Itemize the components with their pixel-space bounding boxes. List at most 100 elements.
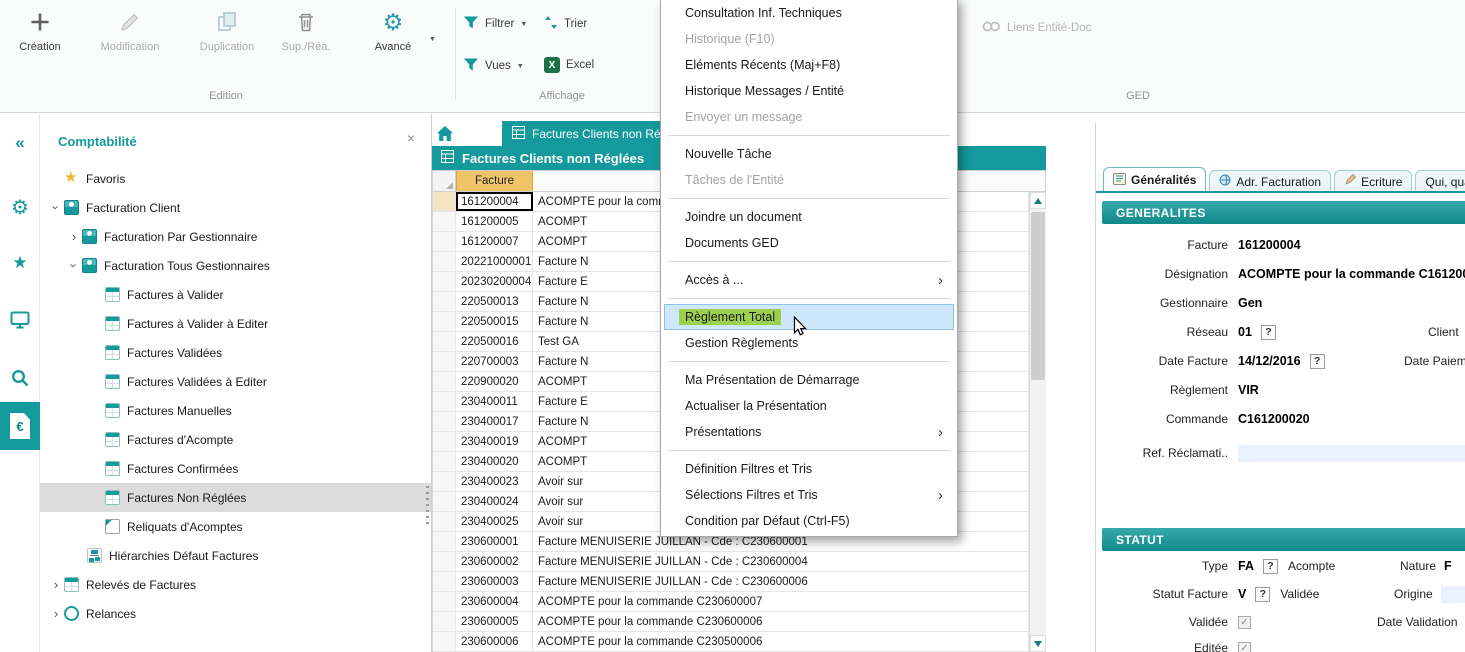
sidebar-tree-item[interactable]: Hiérarchies Défaut Factures bbox=[40, 541, 431, 570]
excel-button[interactable]: X Excel bbox=[544, 57, 594, 73]
menu-item[interactable]: Historique Messages / Entité bbox=[664, 78, 954, 104]
row-selector-cell[interactable] bbox=[433, 352, 456, 371]
sidebar-resize-grip[interactable] bbox=[426, 486, 429, 526]
menu-item[interactable]: Consultation Inf. Techniques bbox=[664, 0, 954, 26]
sidebar-tree-item[interactable]: Factures Validées à Editer bbox=[40, 367, 431, 396]
sidebar-tree-item[interactable]: Factures d'Acompte bbox=[40, 425, 431, 454]
facture-cell[interactable]: 230400019 bbox=[456, 432, 533, 451]
creation-button[interactable]: Création bbox=[10, 8, 70, 53]
sidebar-tree-item[interactable]: Factures à Valider à Editer bbox=[40, 309, 431, 338]
row-selector-cell[interactable] bbox=[433, 572, 456, 591]
menu-item[interactable]: Définition Filtres et Tris bbox=[664, 456, 954, 482]
facture-cell[interactable]: 161200004 bbox=[456, 192, 533, 211]
table-row[interactable]: 230600002 Facture MENUISERIE JUILLAN - C… bbox=[433, 552, 1029, 572]
row-selector-cell[interactable] bbox=[433, 512, 456, 531]
designation-cell[interactable]: Facture MENUISERIE JUILLAN - Cde : C2306… bbox=[533, 572, 1029, 591]
row-selector-cell[interactable] bbox=[433, 372, 456, 391]
scrollbar-thumb[interactable] bbox=[1031, 212, 1045, 380]
favorites-rail-button[interactable]: ★ bbox=[0, 246, 40, 280]
row-selector-cell[interactable] bbox=[433, 552, 456, 571]
origine-input[interactable] bbox=[1441, 586, 1465, 603]
sidebar-tree-item[interactable]: Factures à Valider bbox=[40, 280, 431, 309]
tab-qui-quand[interactable]: Qui, quand bbox=[1415, 170, 1465, 192]
facture-cell[interactable]: 230400020 bbox=[456, 452, 533, 471]
search-rail-button[interactable] bbox=[0, 362, 40, 396]
sidebar-tree-item[interactable]: Factures Confirmées bbox=[40, 454, 431, 483]
facture-cell[interactable]: 230600001 bbox=[456, 532, 533, 551]
menu-item[interactable]: Nouvelle Tâche bbox=[664, 141, 954, 167]
row-selector-cell[interactable] bbox=[433, 232, 456, 251]
row-selector-cell[interactable] bbox=[433, 532, 456, 551]
facture-cell[interactable]: 230400023 bbox=[456, 472, 533, 491]
facture-cell[interactable]: 230400011 bbox=[456, 392, 533, 411]
home-icon[interactable] bbox=[437, 126, 453, 144]
monitor-rail-button[interactable] bbox=[0, 304, 40, 338]
avance-button[interactable]: ⚙ Avancé bbox=[362, 8, 424, 53]
table-row[interactable]: 230600004 ACOMPTE pour la commande C2306… bbox=[433, 592, 1029, 612]
facture-cell[interactable]: 230600004 bbox=[456, 592, 533, 611]
validee-checkbox[interactable]: ✓ bbox=[1238, 616, 1251, 629]
lookup-question-button[interactable]: ? bbox=[1255, 587, 1270, 602]
tab-generalites[interactable]: Généralités bbox=[1103, 167, 1206, 192]
facture-cell[interactable]: 161200005 bbox=[456, 212, 533, 231]
row-selector-cell[interactable] bbox=[433, 492, 456, 511]
expand-arrow-icon[interactable] bbox=[66, 229, 82, 244]
row-selector-cell[interactable] bbox=[433, 272, 456, 291]
menu-item[interactable]: Tâches de l'Entité bbox=[664, 167, 954, 193]
expand-arrow-icon[interactable] bbox=[48, 577, 64, 592]
avance-dropdown-caret-icon[interactable]: ▼ bbox=[429, 36, 436, 43]
sidebar-tree-item[interactable]: Facturation Client bbox=[40, 193, 431, 222]
sidebar-tree-item[interactable]: Factures Validées bbox=[40, 338, 431, 367]
menu-item[interactable]: Présentations bbox=[664, 419, 954, 445]
designation-cell[interactable]: ACOMPTE pour la commande C230600006 bbox=[533, 612, 1029, 631]
menu-item[interactable]: Eléments Récents (Maj+F8) bbox=[664, 52, 954, 78]
menu-item[interactable]: Ma Présentation de Démarrage bbox=[664, 367, 954, 393]
lookup-question-button[interactable]: ? bbox=[1263, 559, 1278, 574]
facture-cell[interactable]: 220900020 bbox=[456, 372, 533, 391]
menu-item[interactable]: Actualiser la Présentation bbox=[664, 393, 954, 419]
row-selector-cell[interactable] bbox=[433, 392, 456, 411]
select-all-corner[interactable] bbox=[433, 171, 456, 191]
menu-item[interactable] bbox=[664, 193, 954, 204]
row-selector-cell[interactable] bbox=[433, 472, 456, 491]
expand-arrow-icon[interactable] bbox=[66, 258, 82, 273]
table-row[interactable]: 230600006 ACOMPTE pour la commande C2305… bbox=[433, 632, 1029, 652]
editee-checkbox[interactable]: ✓ bbox=[1238, 642, 1251, 652]
accounting-module-button[interactable]: € bbox=[0, 402, 40, 450]
menu-item[interactable]: Historique (F10) bbox=[664, 26, 954, 52]
settings-rail-button[interactable]: ⚙ bbox=[0, 190, 40, 224]
suppression-button[interactable]: Sup./Réa. bbox=[274, 8, 338, 53]
facture-cell[interactable]: 220500016 bbox=[456, 332, 533, 351]
sidebar-tree-item[interactable]: Reliquats d'Acomptes bbox=[40, 512, 431, 541]
facture-cell[interactable]: 20230200004 bbox=[456, 272, 533, 291]
row-selector-cell[interactable] bbox=[433, 452, 456, 471]
menu-item[interactable] bbox=[664, 356, 954, 367]
sidebar-tree-item[interactable]: Relevés de Factures bbox=[40, 570, 431, 599]
close-icon[interactable]: × bbox=[403, 130, 419, 146]
trier-button[interactable]: Trier bbox=[544, 15, 587, 33]
menu-item[interactable]: Condition par Défaut (Ctrl-F5) bbox=[664, 508, 954, 534]
table-row[interactable]: 230600005 ACOMPTE pour la commande C2306… bbox=[433, 612, 1029, 632]
sidebar-tree-item[interactable]: Factures Manuelles bbox=[40, 396, 431, 425]
designation-cell[interactable]: ACOMPTE pour la commande C230500006 bbox=[533, 632, 1029, 651]
menu-item[interactable] bbox=[664, 293, 954, 304]
facture-cell[interactable]: 230600005 bbox=[456, 612, 533, 631]
expand-arrow-icon[interactable] bbox=[48, 606, 64, 621]
facture-cell[interactable]: 220700003 bbox=[456, 352, 533, 371]
row-selector-cell[interactable] bbox=[433, 292, 456, 311]
row-selector-cell[interactable] bbox=[433, 412, 456, 431]
tab-adr-facturation[interactable]: Adr. Facturation bbox=[1209, 170, 1331, 192]
facture-cell[interactable]: 230400025 bbox=[456, 512, 533, 531]
facture-cell[interactable]: 230600002 bbox=[456, 552, 533, 571]
designation-cell[interactable]: Facture MENUISERIE JUILLAN - Cde : C2306… bbox=[533, 552, 1029, 571]
sidebar-tree-item[interactable]: Favoris bbox=[40, 164, 431, 193]
row-selector-cell[interactable] bbox=[433, 592, 456, 611]
facture-cell[interactable]: 20221000001 bbox=[456, 252, 533, 271]
filtrer-button[interactable]: Filtrer ▼ bbox=[463, 15, 527, 33]
menu-item[interactable]: Gestion Règlements bbox=[664, 330, 954, 356]
facture-cell[interactable]: 220500015 bbox=[456, 312, 533, 331]
facture-cell[interactable]: 220500013 bbox=[456, 292, 533, 311]
row-selector-cell[interactable] bbox=[433, 612, 456, 631]
sidebar-tree-item[interactable]: Factures Non Réglées bbox=[40, 483, 431, 512]
duplication-button[interactable]: Duplication bbox=[184, 8, 270, 53]
